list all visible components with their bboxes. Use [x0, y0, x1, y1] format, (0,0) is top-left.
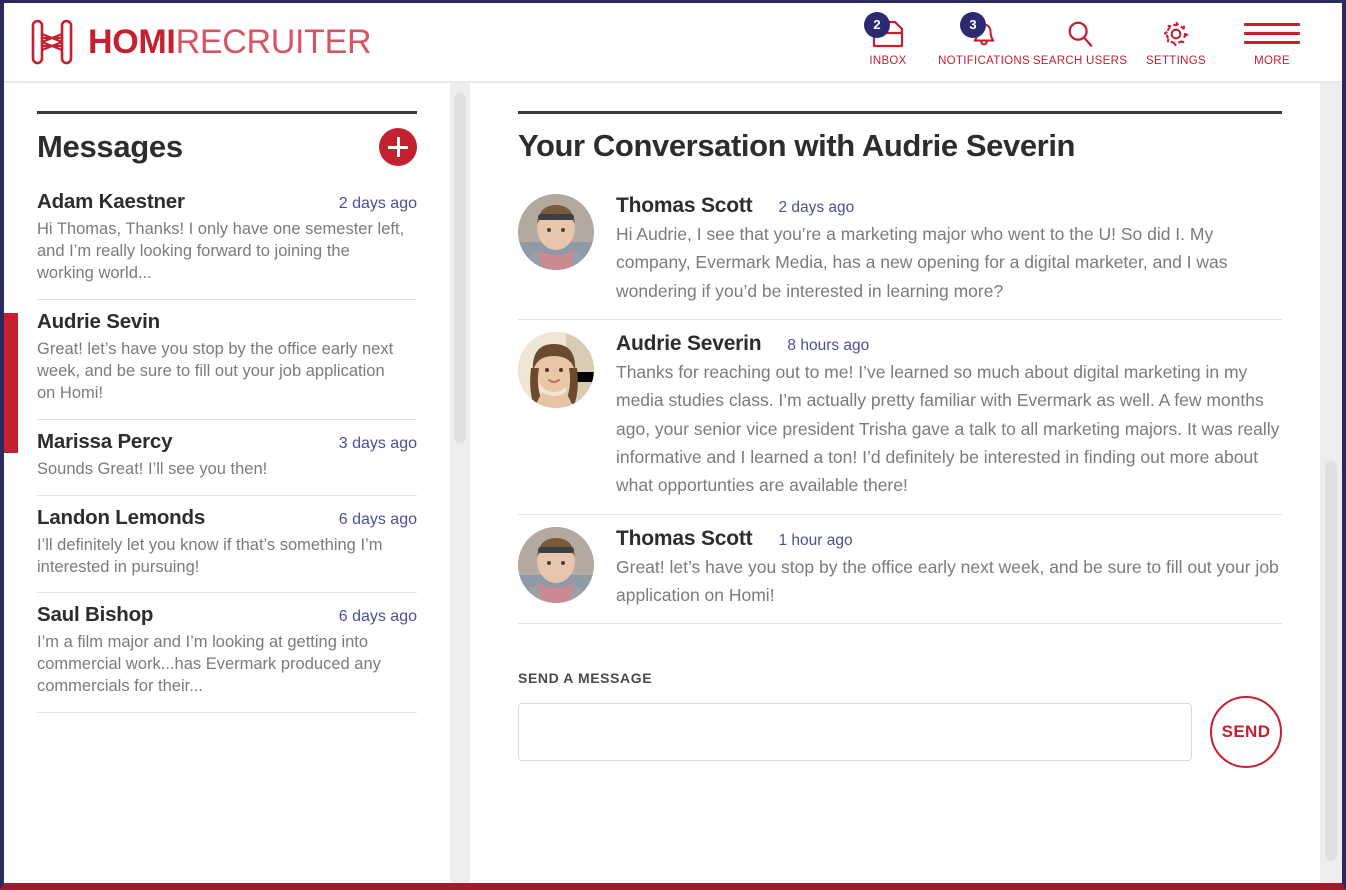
inbox-badge: 2	[864, 11, 890, 38]
sidebar-header: Messages	[37, 128, 417, 166]
header-nav: 2 INBOX 3 NOTIFICATIONS SEARCH USERS SET…	[840, 11, 1320, 69]
list-item-snippet: Sounds Great! I’ll see you then!	[37, 459, 268, 478]
sidebar-top-rule	[37, 111, 417, 114]
plus-circle-icon[interactable]	[379, 128, 417, 166]
message-text: Hi Audrie, I see that you’re a marketing…	[616, 224, 1228, 301]
gear-icon	[1160, 16, 1192, 52]
message-composer: SEND A MESSAGE SEND	[518, 670, 1282, 769]
main-body: Messages Adam Kaestner 2 days ago Hi Tho…	[4, 83, 1342, 883]
list-item[interactable]: Audrie Sevin Great! let’s have you stop …	[37, 300, 417, 420]
brand-wordmark: HOMIRECRUITER	[88, 23, 372, 61]
avatar	[518, 194, 594, 270]
list-item[interactable]: Marissa Percy 3 days ago Sounds Great! I…	[37, 420, 417, 496]
sidebar-title: Messages	[37, 129, 183, 164]
app-header: HOMIRECRUITER 2 INBOX 3 NOTIFICATIONS SE…	[4, 3, 1342, 83]
nav-label-inbox: INBOX	[869, 54, 907, 67]
list-item-name: Saul Bishop	[37, 603, 154, 627]
active-conversation-marker	[4, 313, 18, 453]
nav-item-search-users[interactable]: SEARCH USERS	[1032, 16, 1128, 69]
conversation-top-rule	[518, 111, 1282, 114]
sidebar-scrollbar[interactable]	[450, 83, 470, 883]
nav-item-settings[interactable]: SETTINGS	[1128, 16, 1224, 69]
message-author: Thomas Scott	[616, 526, 753, 550]
app-window: HOMIRECRUITER 2 INBOX 3 NOTIFICATIONS SE…	[0, 0, 1346, 890]
list-item-name: Marissa Percy	[37, 429, 173, 453]
brand-logo[interactable]: HOMIRECRUITER	[30, 18, 372, 66]
avatar	[518, 332, 594, 409]
list-item-time: 6 days ago	[338, 510, 417, 528]
message-time: 2 days ago	[778, 199, 855, 216]
conversation-scrollbar-thumb[interactable]	[1325, 461, 1337, 861]
send-button[interactable]: SEND	[1210, 696, 1282, 769]
nav-label-search-users: SEARCH USERS	[1032, 54, 1128, 67]
message-author: Audrie Severin	[616, 332, 762, 356]
search-icon	[1064, 16, 1096, 52]
conversation-scrollbar[interactable]	[1320, 83, 1342, 883]
page-title: Your Conversation with Audrie Severin	[518, 128, 1076, 163]
list-item[interactable]: Adam Kaestner 2 days ago Hi Thomas, Than…	[37, 180, 417, 300]
message-author: Thomas Scott	[616, 194, 753, 217]
list-item-snippet: I’ll definitely let you know if that’s s…	[37, 535, 383, 576]
list-item-snippet: Hi Thomas, Thanks! I only have one semes…	[37, 220, 405, 282]
brand-name-light: RECRUITER	[175, 23, 372, 61]
list-item-time: 6 days ago	[338, 608, 417, 626]
nav-item-notifications[interactable]: 3 NOTIFICATIONS	[936, 11, 1032, 69]
message-input[interactable]	[518, 703, 1192, 762]
hamburger-menu-icon	[1244, 16, 1300, 52]
conversation-message: Audrie Severin 8 hours ago Thanks for re…	[518, 320, 1282, 515]
message-time: 1 hour ago	[778, 531, 853, 549]
list-item-time: 3 days ago	[338, 434, 417, 452]
composer-label: SEND A MESSAGE	[518, 670, 653, 687]
nav-label-more: MORE	[1254, 54, 1290, 67]
list-item-snippet: Great! let’s have you stop by the office…	[37, 339, 394, 402]
list-item-name: Landon Lemonds	[37, 505, 206, 529]
conversation-message: Thomas Scott 2 days ago Hi Audrie, I see…	[518, 182, 1282, 321]
message-time: 8 hours ago	[787, 337, 870, 355]
list-item[interactable]: Landon Lemonds 6 days ago I’ll definitel…	[37, 496, 417, 594]
message-text: Great! let’s have you stop by the office…	[616, 556, 1279, 606]
nav-item-inbox[interactable]: 2 INBOX	[840, 11, 936, 69]
avatar	[518, 526, 594, 603]
brand-name-bold: HOMI	[88, 23, 176, 61]
nav-item-more[interactable]: MORE	[1224, 16, 1320, 69]
conversation-panel: Your Conversation with Audrie Severin Th…	[470, 83, 1342, 883]
sidebar-scrollbar-thumb[interactable]	[454, 93, 466, 443]
conversation-message: Thomas Scott 1 hour ago Great! let’s hav…	[518, 515, 1282, 625]
nav-label-settings: SETTINGS	[1146, 54, 1206, 67]
nav-label-notifications: NOTIFICATIONS	[938, 54, 1030, 67]
list-item-name: Audrie Sevin	[37, 309, 160, 333]
notifications-badge: 3	[960, 11, 986, 38]
list-item-time: 2 days ago	[338, 195, 417, 212]
message-text: Thanks for reaching out to me! I’ve lear…	[616, 362, 1280, 496]
list-item-name: Adam Kaestner	[37, 190, 185, 213]
homi-h-logo-icon	[30, 18, 74, 66]
messages-sidebar: Messages Adam Kaestner 2 days ago Hi Tho…	[4, 83, 450, 883]
list-item[interactable]: Saul Bishop 6 days ago I’m a film major …	[37, 593, 417, 714]
list-item-snippet: I’m a film major and I’m looking at gett…	[37, 633, 381, 696]
